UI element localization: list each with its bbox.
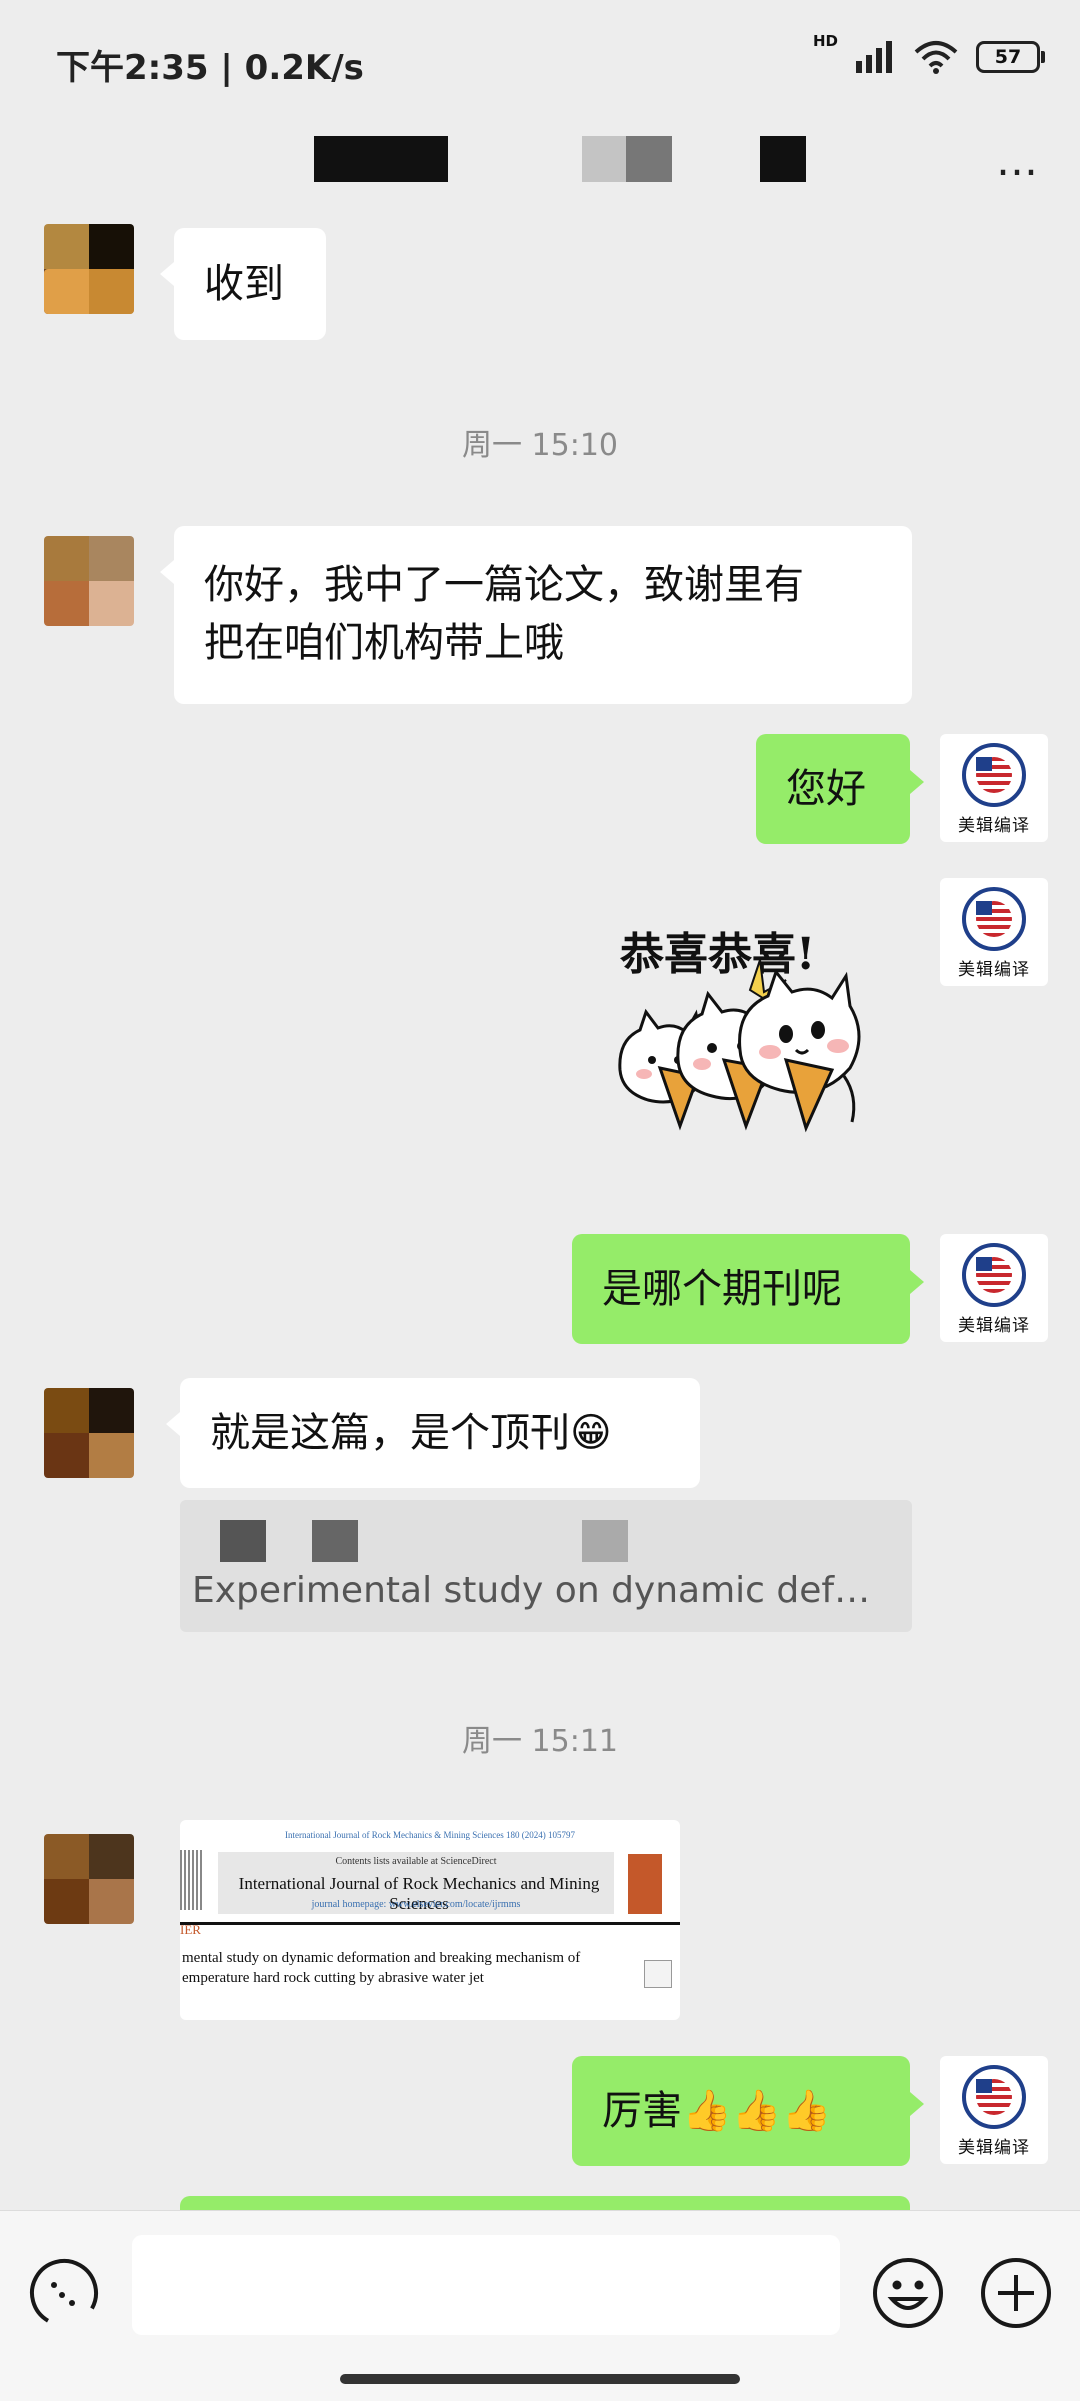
quote-text: Experimental study on dynamic def…	[192, 1570, 871, 1611]
message-text: 收到	[204, 261, 284, 307]
paper-screenshot-image[interactable]: International Journal of Rock Mechanics …	[180, 1820, 680, 2020]
my-avatar[interactable]: 美辑编译	[940, 2056, 1048, 2164]
cheering-cats-sticker-icon	[618, 959, 861, 1133]
status-icons: HD 57	[813, 33, 1045, 74]
contact-avatar[interactable]	[44, 1388, 134, 1478]
journal-banner: Contents lists available at ScienceDirec…	[218, 1852, 614, 1914]
publisher-logo-icon	[180, 1850, 202, 1910]
voice-toggle-icon[interactable]	[26, 2255, 102, 2331]
my-avatar[interactable]: 美辑编译	[940, 878, 1048, 986]
status-bar: 下午2:35 | 0.2K/s HD 57	[0, 0, 1080, 120]
add-icon[interactable]	[978, 2255, 1054, 2331]
seal-logo-icon	[962, 1243, 1026, 1307]
paper-title-line: emperature hard rock cutting by abrasive…	[182, 1970, 484, 1986]
seal-logo-icon	[962, 743, 1026, 807]
paper-availability: Contents lists available at ScienceDirec…	[335, 1856, 497, 1867]
seal-logo-icon	[962, 2065, 1026, 2129]
message-text-line: 你好，我中了一篇论文，致谢里有	[204, 562, 804, 608]
redacted-title-3	[626, 136, 672, 182]
input-bar	[0, 2210, 1080, 2401]
logo-text: 美辑编译	[958, 960, 1030, 980]
emoji-icon[interactable]	[870, 2255, 946, 2331]
message-bubble-sent[interactable]: 是哪个期刊呢	[572, 1234, 924, 1344]
logo-text: 美辑编译	[958, 816, 1030, 836]
timestamp: 周一 15:11	[462, 1724, 618, 1759]
battery-icon: 57	[976, 41, 1045, 73]
paper-citation: International Journal of Rock Mechanics …	[285, 1830, 575, 1840]
divider	[180, 1922, 680, 1925]
logo-text: 美辑编译	[958, 1316, 1030, 1336]
message-bubble-sent[interactable]: 厉害👍👍👍	[572, 2056, 924, 2166]
contact-avatar[interactable]	[44, 536, 134, 626]
message-text: 厉害👍👍👍	[602, 2088, 832, 2134]
my-avatar[interactable]: 美辑编译	[940, 1234, 1048, 1342]
message-bubble-received[interactable]: 就是这篇，是个顶刊😁	[166, 1378, 700, 1488]
redacted-title-2	[582, 136, 626, 182]
redacted-title-4	[760, 136, 806, 182]
message-text: 您好	[786, 766, 866, 812]
chat-header: …	[0, 120, 1080, 210]
journal-homepage: journal homepage: www.elsevier.com/locat…	[311, 1899, 521, 1910]
paper-title-line: mental study on dynamic deformation and …	[182, 1950, 581, 1966]
wifi-icon	[914, 41, 958, 74]
status-time: 下午2:35 | 0.2K/s	[56, 48, 364, 88]
hd-label: HD	[812, 31, 838, 50]
message-text: 是哪个期刊呢	[602, 1266, 842, 1312]
redacted-block	[582, 1520, 628, 1562]
my-avatar[interactable]: 美辑编译	[940, 734, 1048, 842]
more-options-button[interactable]: …	[996, 140, 1040, 182]
battery-level: 57	[994, 46, 1022, 68]
contact-avatar[interactable]	[44, 1834, 134, 1924]
message-bubble-received[interactable]: 收到	[160, 228, 326, 340]
quoted-reference[interactable]: Experimental study on dynamic def…	[180, 1500, 912, 1632]
message-input[interactable]	[132, 2235, 840, 2335]
journal-cover-icon	[628, 1854, 662, 1914]
message-bubble-sent[interactable]: 您好	[756, 734, 924, 844]
message-text: 就是这篇，是个顶刊😁	[210, 1410, 612, 1456]
timestamp: 周一 15:10	[462, 428, 618, 463]
seal-logo-icon	[962, 887, 1026, 951]
redacted-block	[312, 1520, 358, 1562]
contact-avatar-lower	[44, 269, 134, 314]
home-indicator[interactable]	[340, 2374, 740, 2384]
message-text-line: 把在咱们机构带上哦	[204, 620, 564, 666]
signal-icon	[856, 41, 892, 73]
logo-text: 美辑编译	[958, 2138, 1030, 2158]
crossmark-icon	[644, 1960, 672, 1988]
redacted-block	[220, 1520, 266, 1562]
sticker-message[interactable]: 恭喜恭喜!	[600, 900, 930, 1170]
message-bubble-received[interactable]: 你好，我中了一篇论文，致谢里有 把在咱们机构带上哦	[160, 526, 912, 704]
redacted-title-1	[314, 136, 448, 182]
